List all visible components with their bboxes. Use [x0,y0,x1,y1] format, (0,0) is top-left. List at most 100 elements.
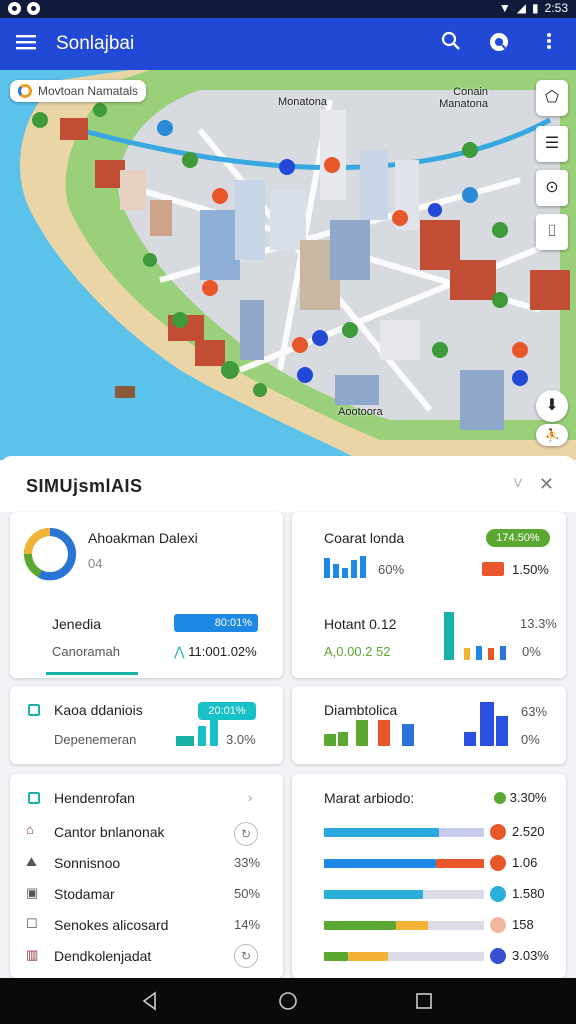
chart-bar [176,736,194,746]
street-view-icon[interactable]: ⛹ [536,424,568,446]
app-bar: Sonlajbai [0,18,576,70]
list-header: Hendenrofan [54,790,135,806]
metrics-pill: 174.50% [486,529,550,547]
metrics-bar-chart [444,610,510,660]
overview-row-value: ⋀ 11:001.02% [174,644,257,659]
google-icon [18,84,32,98]
list-item-value: 33% [234,855,261,870]
diam-title: Diambtolica [324,702,398,718]
bar-value: 1.06 [512,855,538,870]
chart-bar [342,568,348,578]
map-label: Aootoora [338,406,383,418]
trend-icon: ⋀ [174,644,189,659]
diam-val1: 63% [521,704,548,719]
list-item-label: Sonnisnoo [54,855,121,871]
search-icon[interactable] [438,31,464,57]
kaoa-mini-chart [176,720,220,746]
city-map[interactable]: Movtoan Namatals Monatona Conain Manaton… [0,70,576,460]
chart-bar [476,646,482,660]
notification-icon [27,2,40,15]
chart-bar [378,720,390,746]
bar-value: 3.03% [512,948,549,963]
refresh-icon[interactable]: ↻ [234,822,258,846]
bar-value: 158 [512,917,534,932]
recents-icon[interactable] [414,991,434,1011]
app-title: Sonlajbai [56,33,135,54]
map-label: Monatona [278,96,327,108]
metrics-title: Coarat londa [324,530,405,546]
list-item-value: 14% [234,917,261,932]
battery-icon: ▮ [532,1,539,15]
diam-bar-chart [324,718,416,746]
metrics-label2: Hotant 0.12 [324,616,397,632]
bars-card[interactable]: Marat arbiodo: 3.30% 2.520 1.06 1.580 158 3.… [292,774,566,978]
chevron-right-icon[interactable]: › [248,790,252,805]
locate-icon[interactable]: ⊙ [536,170,568,206]
close-icon[interactable]: ✕ [539,474,554,495]
list-item-label: Dendkolenjadat [54,948,152,964]
bar-segment [436,859,484,868]
chart-bar [333,564,339,578]
bar-indicator-dot [490,948,506,964]
list-item-label: Cantor bnlanonak [54,824,165,840]
image-icon: ▣ [26,885,39,900]
building-icon: ▥ [26,947,39,962]
collapse-button[interactable]: V [514,476,522,490]
sheet-title: SIMUjsmlAIS [26,476,143,496]
map-label: Conain Manatona [439,86,488,110]
map-chip-label: Movtoan Namatals [38,84,139,98]
bookmark-icon[interactable]: ⌷ [536,214,568,250]
direction-icon[interactable]: ⬇ [536,390,568,422]
chart-bar [324,734,336,746]
overview-title: Ahoakman Dalexi [88,530,198,546]
bar-segment [324,859,436,868]
refresh-icon[interactable]: ↻ [234,944,258,968]
list-card[interactable]: Hendenrofan › ⌂ Cantor bnlanonak ↻ ⛰ Son… [10,774,283,978]
square-icon [28,704,40,716]
overview-card[interactable]: Ahoakman Dalexi 04 Jenedia 80:01% Canora… [10,512,283,678]
diam-bar-chart-2 [464,702,510,746]
bar-segment [439,828,484,837]
metrics-card[interactable]: Coarat londa 174.50% 60% 1.50% Hotant 0.… [292,512,566,678]
bar-segment [348,952,388,961]
map-location-chip[interactable]: Movtoan Namatals [10,80,147,102]
chart-bar [210,720,218,746]
donut-icon [24,528,77,581]
chart-bar [464,648,470,660]
bars-header-pill: 3.30% [494,790,547,805]
metrics-val2b: 0% [522,644,541,659]
bar-indicator-dot [490,855,506,871]
menu-icon[interactable] [14,32,38,56]
calendar-icon [28,792,40,804]
overview-row-label: Jenedia [52,616,102,632]
signal-icon: ◢ [516,1,527,15]
layers-icon[interactable]: ⬠ [536,80,568,116]
map-illustration [0,70,576,460]
chart-bar [444,612,454,660]
bar-value: 2.520 [512,824,545,839]
home-icon[interactable] [278,991,298,1011]
chart-bar [351,560,357,578]
list-item-label: Stodamar [54,886,115,902]
bottom-sheet: SIMUjsmlAIS V ✕ Ahoakman Dalexi 04 Jened… [0,456,576,978]
bar-segment [388,952,484,961]
list-item-value: 50% [234,886,261,901]
chart-bar [496,716,508,746]
chart-bar [500,646,506,660]
chart-bar [324,558,330,578]
list-item-label: Senokes alicosard [54,917,169,933]
diam-card[interactable]: Diambtolica 63% 0% [292,686,566,764]
list-icon[interactable]: ☰ [536,126,568,162]
kaoa-card[interactable]: Kaoa ddaniois Depenemeran 20:01% 3.0% [10,686,283,764]
store-icon: ⌂ [26,822,34,837]
metrics-val2: 13.3% [520,616,557,631]
metrics-val1b: 1.50% [512,562,549,577]
status-bar: ▼ ◢ ▮ 2:53 [0,0,576,18]
bar-indicator-dot [490,886,506,902]
kaoa-pill: 20:01% [198,702,256,720]
more-vert-icon[interactable] [536,31,562,57]
compass-icon[interactable] [486,31,512,57]
chart-bar [356,720,368,746]
notification-icon [8,2,21,15]
back-icon[interactable] [140,991,160,1011]
